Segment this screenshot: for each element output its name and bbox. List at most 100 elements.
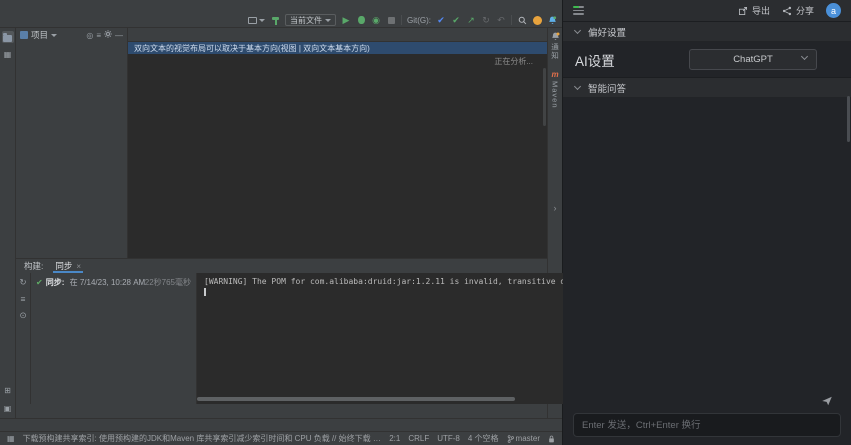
structure-stripe-icon[interactable]: ⊞ [2, 384, 14, 396]
line-ending[interactable]: CRLF [408, 434, 429, 443]
notifications-toolwindow-tab[interactable]: 通知 [550, 32, 561, 60]
build-status-pane[interactable]: ✔同步: 在 7/14/23, 10:28 AM 22秒765毫秒 [31, 273, 197, 404]
lock-icon[interactable] [548, 435, 555, 443]
send-icon[interactable] [821, 395, 833, 407]
run-icon[interactable]: ▶ [341, 14, 351, 26]
user-avatar[interactable]: a [826, 3, 841, 18]
file-encoding[interactable]: UTF-8 [437, 434, 460, 443]
code-editor[interactable]: 正在分析... [128, 54, 547, 258]
settings-sync-icon[interactable] [532, 14, 542, 26]
ai-settings-row: AI设置 ChatGPT [563, 42, 851, 78]
indent-style[interactable]: 4 个空格 [468, 433, 499, 444]
toolbar-actions: 当前文件 ▶ ◉ Git(G): ✔ ✔ ↗ ↻ ↶ [248, 14, 557, 26]
menu-icon[interactable] [573, 6, 584, 15]
build-panel-toolbar: ↻ ≡ ⊙ [16, 273, 31, 404]
chevron-down-icon [574, 26, 581, 33]
build-panel-label: 构建: [24, 260, 43, 272]
ide-main: ▦ ⊞ ▣ 项目 ◎ ≡ [0, 28, 562, 418]
commit-stripe-icon[interactable]: ▦ [2, 48, 14, 60]
collapse-all-icon[interactable]: ≡ [96, 31, 101, 40]
chevron-down-icon [574, 82, 581, 89]
ai-panel-scrollbar[interactable] [847, 96, 850, 142]
menu-bar [0, 0, 562, 13]
build-hammer-icon[interactable] [270, 14, 280, 26]
project-tree [16, 42, 127, 258]
ai-settings-label: AI设置 [575, 50, 615, 70]
ai-model-select[interactable]: ChatGPT [689, 49, 817, 70]
toolbar-divider [401, 15, 402, 25]
close-tab-icon[interactable]: × [76, 262, 81, 271]
main-toolbar: 当前文件 ▶ ◉ Git(G): ✔ ✔ ↗ ↻ ↶ [0, 13, 562, 28]
sync-timestamp: 在 7/14/23, 10:28 AM [70, 278, 146, 287]
status-bar: ▦ 下载预构建共享索引: 使用预构建的JDK和Maven 库共享索引减少索引时间… [0, 431, 562, 445]
search-everywhere-icon[interactable] [517, 14, 527, 26]
project-view-dropdown-icon[interactable] [51, 34, 57, 37]
export-button[interactable]: 导出 [738, 4, 770, 17]
project-panel-toolbar: ◎ ≡ — [86, 30, 123, 40]
sync-status-label: 同步: [46, 278, 65, 287]
sync-duration: 22秒765毫秒 [145, 277, 191, 288]
build-sync-tab[interactable]: 同步× [53, 259, 83, 273]
debug-icon[interactable] [356, 14, 366, 26]
hide-panel-icon[interactable]: — [115, 31, 123, 40]
branch-icon [507, 435, 514, 443]
git-history-icon[interactable]: ↻ [481, 14, 491, 26]
bell-icon [551, 32, 560, 41]
project-panel-title[interactable]: 项目 [31, 29, 48, 41]
console-hscrollbar[interactable] [197, 397, 515, 401]
project-panel: 项目 ◎ ≡ — [16, 28, 128, 258]
toolbar-divider [511, 15, 512, 25]
git-commit-icon[interactable]: ✔ [451, 14, 461, 26]
editor-scrollbar[interactable] [543, 68, 546, 126]
build-panel-header: 构建: 同步× [16, 259, 547, 273]
editor-tabs [128, 28, 547, 42]
stop-icon [386, 14, 396, 26]
notifications-bell-icon[interactable] [547, 14, 557, 26]
project-stripe-icon[interactable] [2, 31, 14, 43]
share-icon [782, 6, 792, 16]
left-stripe-bottom: ⊞ ▣ [2, 384, 14, 414]
sync-success-icon: ✔ [36, 278, 43, 287]
git-widget-label: Git(G): [407, 16, 431, 25]
toolwindow-bar [0, 418, 562, 431]
maven-toolwindow-tab[interactable]: m Maven [551, 70, 560, 109]
locate-file-icon[interactable]: ◎ [86, 31, 93, 40]
git-rollback-icon[interactable]: ↶ [496, 14, 506, 26]
run-widget-icon[interactable] [248, 14, 265, 26]
stripe-chevron-icon[interactable]: › [554, 203, 557, 213]
left-toolwindow-stripe: ▦ ⊞ ▣ [0, 28, 16, 418]
bookmarks-stripe-icon[interactable]: ▣ [2, 402, 14, 414]
app-window: 当前文件 ▶ ◉ Git(G): ✔ ✔ ↗ ↻ ↶ [0, 0, 851, 445]
layout-icon[interactable]: ▦ [7, 434, 15, 443]
editor-notification-banner: 双向文本的视觉布局可以取决于基本方向(视图 | 双向文本基本方向) [128, 42, 547, 54]
ai-assistant-panel: 导出 分享 a 偏好设置 AI设置 ChatGPT 智能问答 [563, 0, 851, 445]
git-update-icon[interactable]: ✔ [436, 14, 446, 26]
build-output-console[interactable]: [WARNING] The POM for com.alibaba:druid:… [197, 273, 618, 404]
panel-settings-icon[interactable] [104, 30, 112, 40]
share-button[interactable]: 分享 [782, 4, 814, 17]
ai-panel-header: 导出 分享 a [563, 0, 851, 22]
run-configuration-select[interactable]: 当前文件 [285, 14, 336, 26]
git-branch-widget[interactable]: master [507, 434, 540, 443]
chat-history[interactable] [563, 98, 851, 409]
build-settings-icon[interactable]: ⊙ [19, 310, 26, 321]
caret-position[interactable]: 2:1 [389, 434, 400, 443]
git-push-icon[interactable]: ↗ [466, 14, 476, 26]
status-message[interactable]: 下载预构建共享索引: 使用预构建的JDK和Maven 库共享索引减少索引时间和 … [23, 433, 382, 444]
maven-icon: m [551, 70, 558, 79]
expand-all-icon[interactable]: ≡ [21, 294, 26, 304]
build-warning-line: [WARNING] The POM for com.alibaba:druid:… [204, 277, 604, 286]
chevron-down-icon [801, 53, 808, 60]
ide-window: 当前文件 ▶ ◉ Git(G): ✔ ✔ ↗ ↻ ↶ [0, 0, 563, 445]
chat-input-row [563, 409, 851, 445]
section-preferences[interactable]: 偏好设置 [563, 22, 851, 42]
ide-center: 项目 ◎ ≡ — [16, 28, 547, 418]
chat-input[interactable] [573, 413, 841, 437]
build-panel: 构建: 同步× ↻ ≡ ⊙ ✔同步: 在 7/14/23, [16, 258, 547, 404]
analyzing-status: 正在分析... [494, 56, 533, 67]
section-qa[interactable]: 智能问答 [563, 78, 851, 98]
coverage-icon[interactable]: ◉ [371, 14, 381, 26]
export-icon [738, 6, 748, 16]
rerun-sync-icon[interactable]: ↻ [19, 277, 26, 288]
project-panel-header: 项目 ◎ ≡ — [16, 28, 127, 42]
